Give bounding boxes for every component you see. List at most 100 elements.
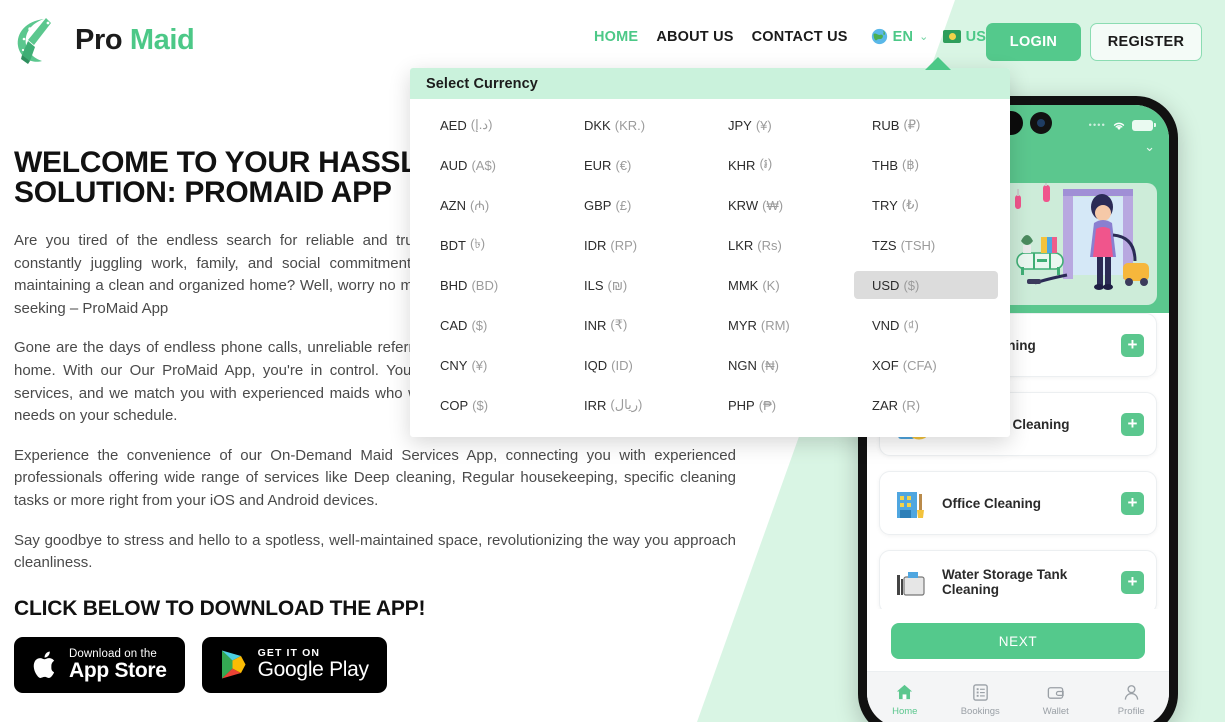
currency-symbol: (ID) bbox=[611, 357, 633, 373]
currency-option-jpy[interactable]: JPY (¥) bbox=[710, 111, 854, 139]
next-button[interactable]: NEXT bbox=[891, 623, 1145, 659]
currency-option-cny[interactable]: CNY (¥) bbox=[422, 351, 566, 379]
add-service-button[interactable]: + bbox=[1121, 491, 1144, 515]
currency-code: COP bbox=[440, 397, 469, 413]
wifi-icon bbox=[1113, 122, 1125, 130]
currency-code: CAD bbox=[440, 317, 468, 333]
currency-option-azn[interactable]: AZN (₼) bbox=[422, 191, 566, 219]
currency-symbol: (BD) bbox=[471, 277, 499, 293]
currency-code: XOF bbox=[872, 357, 899, 373]
register-button[interactable]: REGISTER bbox=[1090, 23, 1202, 61]
currency-symbol: (Rs) bbox=[757, 237, 782, 253]
currency-code: AUD bbox=[440, 157, 468, 173]
tab-profile[interactable]: Profile bbox=[1094, 683, 1170, 717]
currency-code: AZN bbox=[440, 197, 466, 213]
currency-option-thb[interactable]: THB (฿) bbox=[854, 151, 998, 179]
brand-logo[interactable]: Pro Maid bbox=[14, 15, 195, 65]
currency-option-zar[interactable]: ZAR (R) bbox=[854, 391, 998, 419]
currency-code: BDT bbox=[440, 237, 466, 253]
currency-option-tzs[interactable]: TZS (TSH) bbox=[854, 231, 998, 259]
currency-option-cad[interactable]: CAD ($) bbox=[422, 311, 566, 339]
bookings-icon bbox=[972, 683, 988, 701]
currency-dropdown-title: Select Currency bbox=[410, 68, 1010, 99]
currency-option-iqd[interactable]: IQD (ID) bbox=[566, 351, 710, 379]
currency-option-bdt[interactable]: BDT (৳) bbox=[422, 231, 566, 259]
currency-symbol: (¥) bbox=[471, 357, 488, 373]
tab-home[interactable]: Home bbox=[867, 683, 943, 717]
currency-option-usd[interactable]: USD ($) bbox=[854, 271, 998, 299]
currency-option-ngn[interactable]: NGN (₦) bbox=[710, 351, 854, 379]
language-label: EN bbox=[892, 28, 914, 45]
currency-symbol: (RP) bbox=[610, 237, 638, 253]
currency-option-xof[interactable]: XOF (CFA) bbox=[854, 351, 998, 379]
nav-item-contact-us[interactable]: CONTACT US bbox=[743, 29, 857, 45]
currency-code: JPY bbox=[728, 117, 752, 133]
apple-icon bbox=[33, 651, 55, 678]
phone-tab-bar: Home Bookings Wallet Profile bbox=[867, 671, 1169, 722]
currency-code: VND bbox=[872, 317, 900, 333]
currency-option-irr[interactable]: IRR (ریال) bbox=[566, 391, 710, 419]
tab-label: Bookings bbox=[960, 705, 1000, 717]
currency-option-rub[interactable]: RUB (₽) bbox=[854, 111, 998, 139]
add-service-button[interactable]: + bbox=[1121, 412, 1144, 436]
signal-dots-icon: •••• bbox=[1088, 120, 1106, 130]
currency-option-cop[interactable]: COP ($) bbox=[422, 391, 566, 419]
nav-item-home[interactable]: HOME bbox=[585, 29, 647, 45]
language-selector[interactable]: EN ⌄ bbox=[871, 28, 929, 45]
page-root: Pro Maid HOME ABOUT US CONTACT US EN ⌄ U… bbox=[0, 0, 1225, 722]
google-play-button[interactable]: GET IT ON Google Play bbox=[201, 636, 387, 693]
currency-option-mmk[interactable]: MMK (K) bbox=[710, 271, 854, 299]
currency-option-eur[interactable]: EUR (€) bbox=[566, 151, 710, 179]
app-store-title: App Store bbox=[69, 658, 167, 682]
currency-option-krw[interactable]: KRW (₩) bbox=[710, 191, 854, 219]
currency-option-aud[interactable]: AUD (A$) bbox=[422, 151, 566, 179]
dropdown-pointer-icon bbox=[925, 57, 951, 70]
currency-option-php[interactable]: PHP (₱) bbox=[710, 391, 854, 419]
currency-symbol: ($) bbox=[903, 277, 920, 293]
nav-item-about-us[interactable]: ABOUT US bbox=[647, 29, 742, 45]
list-item[interactable]: Office Cleaning + bbox=[879, 471, 1157, 535]
currency-code: USD bbox=[872, 277, 900, 293]
tab-bookings[interactable]: Bookings bbox=[943, 683, 1019, 717]
currency-option-idr[interactable]: IDR (RP) bbox=[566, 231, 710, 259]
tab-wallet[interactable]: Wallet bbox=[1018, 683, 1094, 717]
service-name: Water Storage Tank Cleaning bbox=[942, 567, 1068, 597]
currency-code: INR bbox=[584, 317, 607, 333]
list-item[interactable]: Water Storage Tank Cleaning + bbox=[879, 550, 1157, 609]
currency-code: NGN bbox=[728, 357, 757, 373]
currency-option-khr[interactable]: KHR (៛) bbox=[710, 151, 854, 179]
currency-code: IRR bbox=[584, 397, 607, 413]
currency-symbol: (ریال) bbox=[610, 397, 643, 412]
currency-code: TZS bbox=[872, 237, 897, 253]
wallet-icon bbox=[1047, 686, 1064, 699]
currency-option-aed[interactable]: AED (د.إ) bbox=[422, 111, 566, 139]
currency-code: THB bbox=[872, 157, 898, 173]
currency-option-bhd[interactable]: BHD (BD) bbox=[422, 271, 566, 299]
currency-option-ils[interactable]: ILS (₪) bbox=[566, 271, 710, 299]
add-service-button[interactable]: + bbox=[1121, 333, 1144, 357]
brand-name-maid: Maid bbox=[129, 23, 195, 56]
currency-symbol: (៛) bbox=[759, 155, 773, 171]
currency-option-dkk[interactable]: DKK (KR.) bbox=[566, 111, 710, 139]
currency-symbol: (₱) bbox=[758, 397, 777, 413]
login-button[interactable]: LOGIN bbox=[986, 23, 1081, 61]
currency-symbol: (₹) bbox=[610, 317, 628, 332]
currency-option-myr[interactable]: MYR (RM) bbox=[710, 311, 854, 339]
currency-symbol: (₺) bbox=[901, 197, 919, 212]
currency-option-gbp[interactable]: GBP (£) bbox=[566, 191, 710, 219]
water-tank-cleaning-icon bbox=[897, 572, 925, 596]
currency-symbol: (¥) bbox=[755, 117, 772, 133]
app-store-button[interactable]: Download on the App Store bbox=[14, 636, 185, 693]
currency-code: DKK bbox=[584, 117, 611, 133]
currency-code: KHR bbox=[728, 157, 756, 173]
currency-option-lkr[interactable]: LKR (Rs) bbox=[710, 231, 854, 259]
currency-symbol: (₫) bbox=[903, 317, 919, 333]
currency-option-try[interactable]: TRY (₺) bbox=[854, 191, 998, 219]
cleaning-illustration-icon bbox=[1015, 183, 1149, 290]
home-icon bbox=[897, 684, 913, 699]
currency-option-vnd[interactable]: VND (₫) bbox=[854, 311, 998, 339]
currency-option-inr[interactable]: INR (₹) bbox=[566, 311, 710, 339]
currency-symbol: (฿) bbox=[902, 157, 919, 172]
add-service-button[interactable]: + bbox=[1121, 570, 1144, 594]
currency-code: GBP bbox=[584, 197, 612, 213]
